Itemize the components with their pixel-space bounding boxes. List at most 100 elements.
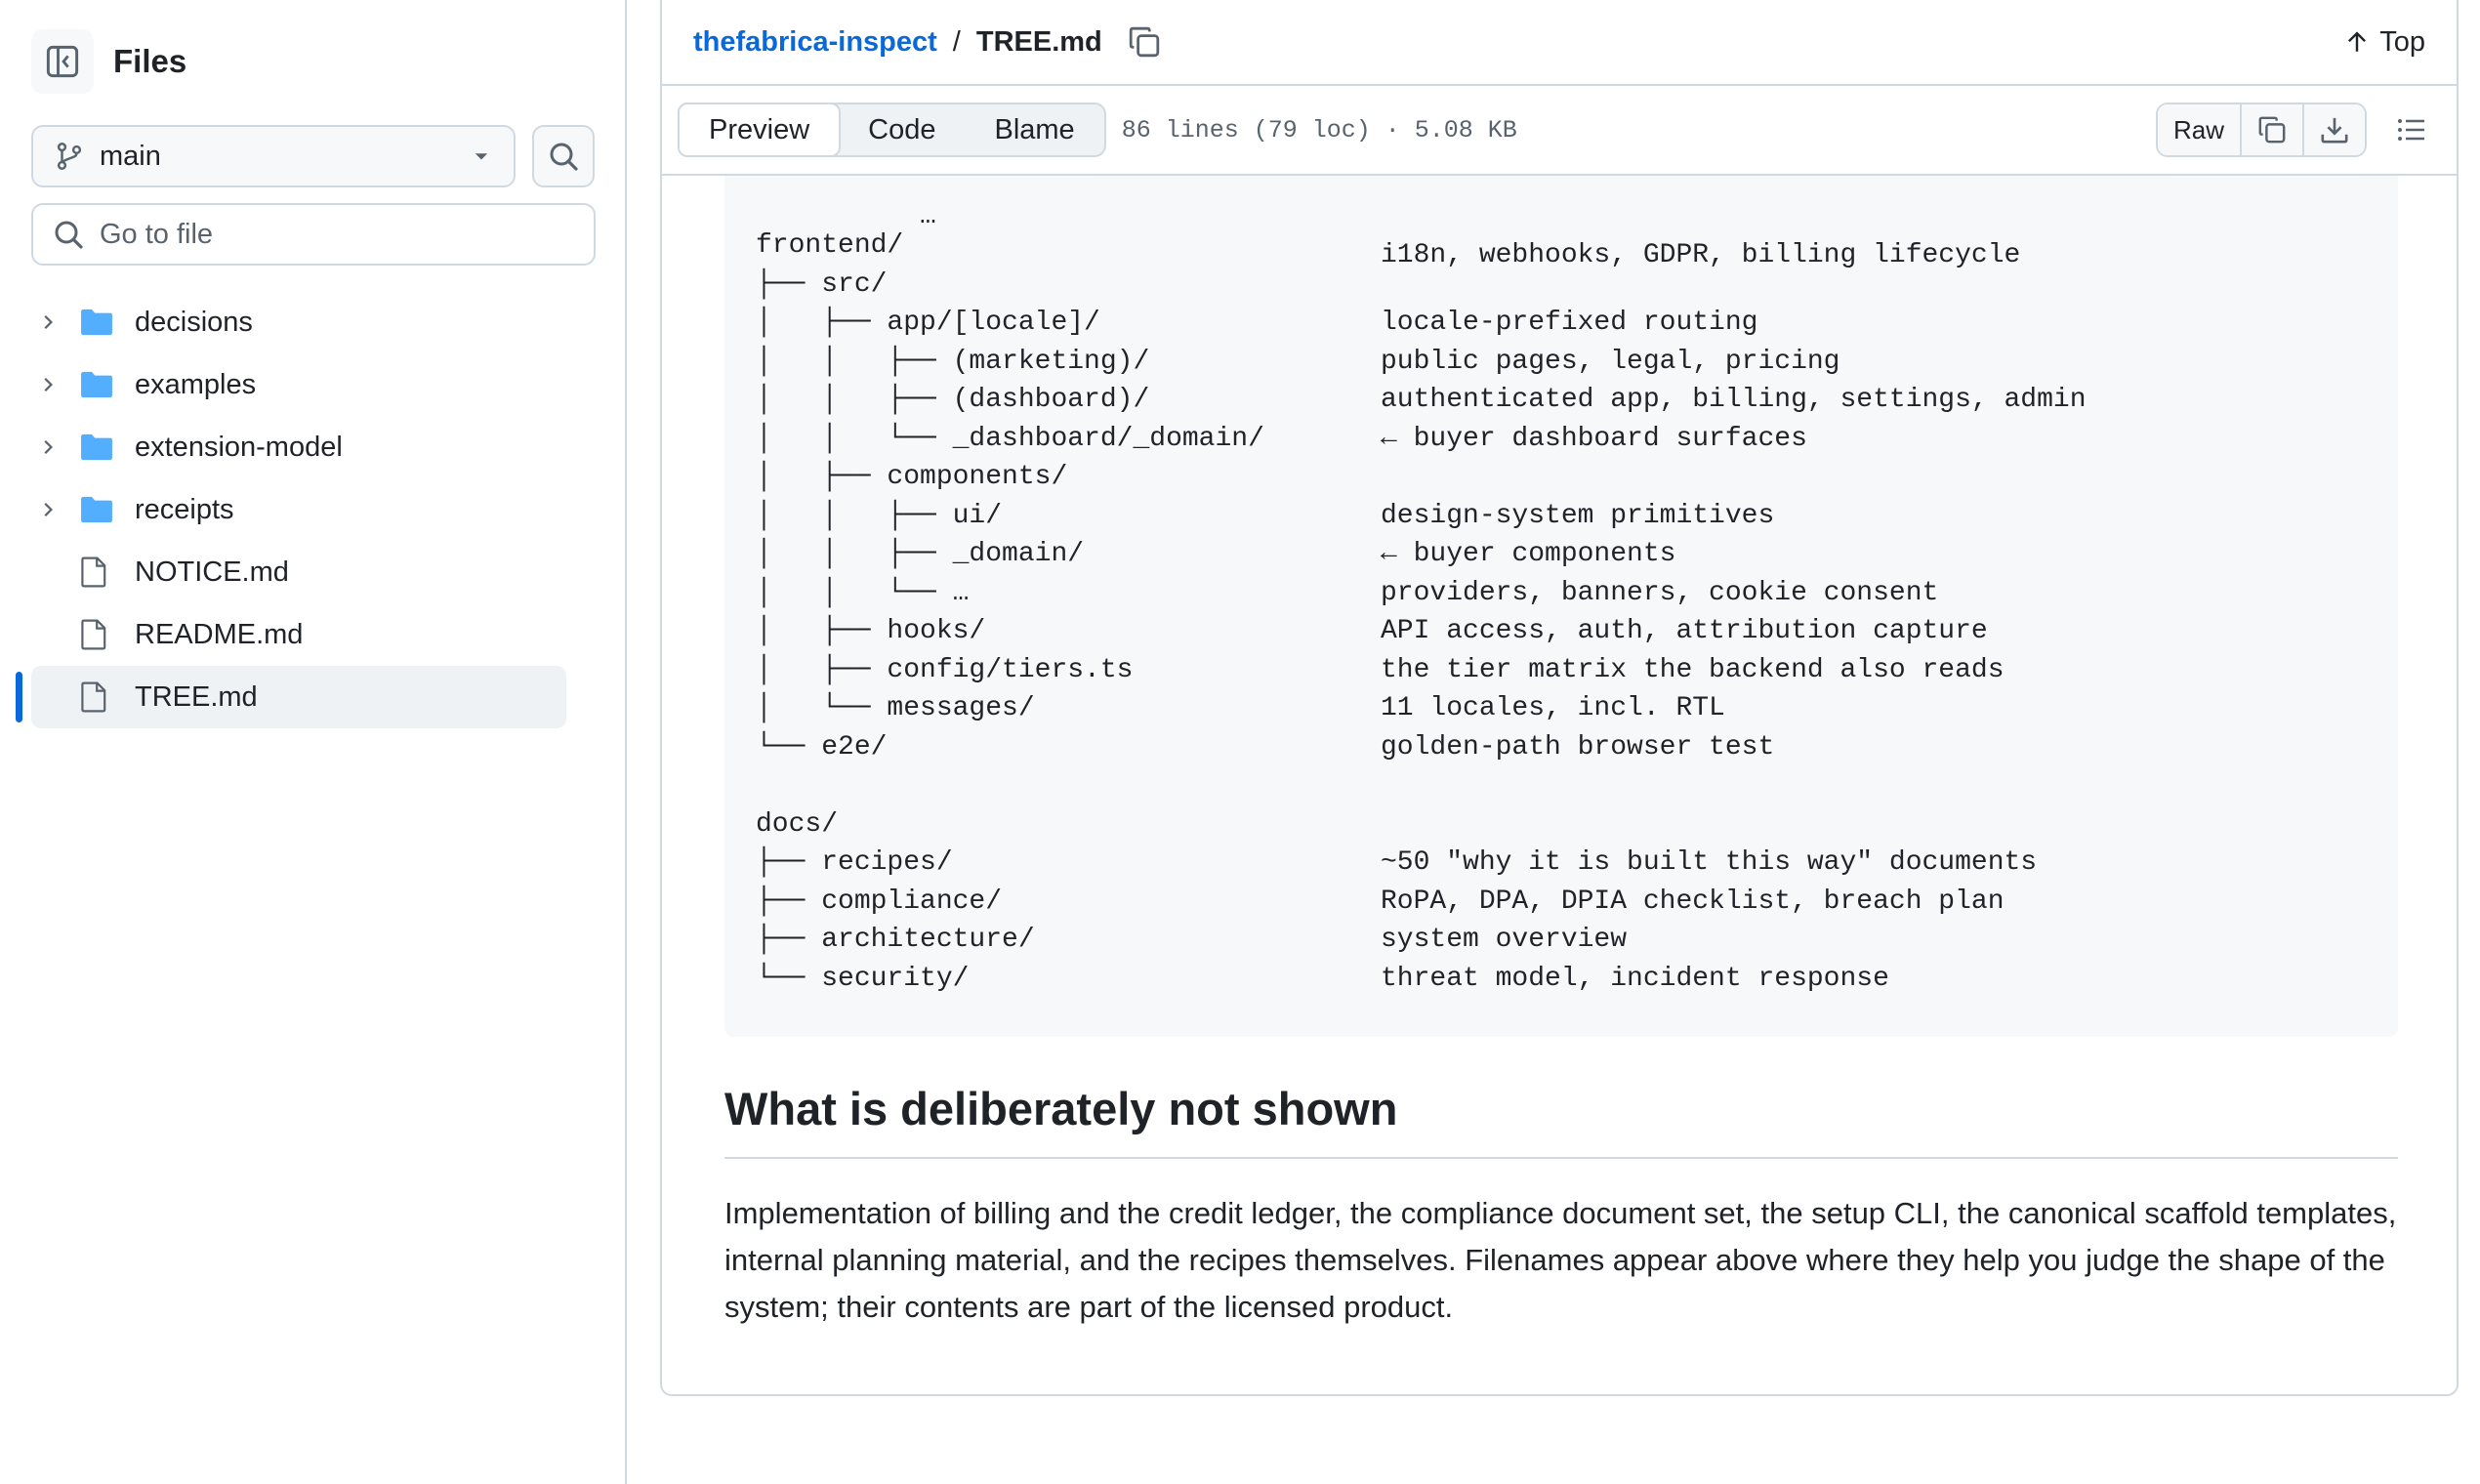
chevron-right-icon[interactable] [37, 499, 59, 520]
code-line: ├── compliance/RoPA, DPA, DPIA checklist… [756, 883, 2005, 922]
tree-item-tree-md[interactable]: TREE.md [16, 666, 566, 728]
breadcrumb-file-name: TREE.md [975, 25, 1102, 58]
collapse-sidebar-button[interactable] [31, 29, 94, 94]
go-to-file-placeholder: Go to file [100, 218, 214, 250]
file-icon [81, 619, 106, 650]
caret-down-icon [475, 153, 488, 160]
code-line: frontend/ [756, 227, 903, 266]
code-comment: ← buyer dashboard surfaces [1381, 423, 1807, 454]
code-comment: public pages, legal, pricing [1381, 346, 1840, 377]
code-path: │ │ └── … [756, 577, 970, 608]
copy-icon [1129, 26, 1159, 58]
code-path: ├── recipes/ [756, 847, 953, 878]
tree-item-extension-model[interactable]: extension-model [31, 416, 566, 478]
folder-icon [81, 433, 112, 461]
code-path: │ │ ├── ui/ [756, 500, 1003, 531]
code-comment: system overview [1381, 925, 1628, 955]
view-mode-tabs: Preview Code Blame [678, 103, 1106, 157]
section-heading: What is deliberately not shown [724, 1082, 2398, 1159]
code-path: │ │ ├── _domain/ [756, 539, 1085, 569]
markdown-body: … i18n, webhooks, GDPR, billing lifecycl… [724, 176, 2398, 1331]
code-line: │ │ ├── (dashboard)/ authenticated app, b… [756, 381, 2087, 420]
code-comment: i18n, webhooks, GDPR, billing lifecycle [1381, 240, 2021, 270]
go-to-file-input[interactable]: Go to file [31, 203, 596, 266]
tree-item-label: examples [135, 368, 257, 400]
code-path: frontend/ [756, 230, 904, 261]
tree-item-label: receipts [135, 493, 234, 525]
code-comment: threat model, incident response [1381, 963, 1889, 994]
breadcrumb-repo-link[interactable]: thefabrica-inspect [693, 26, 937, 59]
breadcrumb-separator: / [952, 25, 961, 58]
search-icon [550, 143, 578, 171]
tree-item-decisions[interactable]: decisions [31, 291, 566, 353]
code-comment: 11 locales, incl. RTL [1381, 693, 1725, 723]
section-paragraph: Implementation of billing and the credit… [724, 1196, 2397, 1324]
chevron-right-icon[interactable] [37, 436, 59, 458]
file-icon [81, 556, 106, 588]
code-path: └── e2e/ [756, 731, 888, 763]
code-path: docs/ [756, 808, 839, 840]
code-line: │ ├── hooks/API access, auth, attributio… [756, 612, 1988, 651]
raw-button[interactable]: Raw [2157, 104, 2242, 155]
copy-raw-button[interactable] [2242, 104, 2304, 155]
tab-code[interactable]: Code [839, 104, 965, 155]
code-path: │ ├── config/tiers.ts [756, 654, 1134, 685]
code-comment: API access, auth, attribution capture [1381, 616, 1988, 646]
branch-selector[interactable]: main [31, 125, 516, 187]
code-comment: ~50 "why it is built this way" documents [1381, 847, 2038, 878]
active-item-marker [16, 672, 22, 722]
back-to-top-button[interactable]: Top [2344, 26, 2425, 59]
code-line: │ │ └── _dashboard/_domain/ ← buyer dashb… [756, 420, 1807, 459]
tab-preview[interactable]: Preview [678, 103, 842, 157]
code-line: │ │ ├── _domain/ ← buyer components [756, 535, 1675, 574]
code-path: │ │ ├── (marketing)/ [756, 346, 1150, 377]
code-comment: golden-path browser test [1381, 731, 1775, 763]
git-branch-icon [57, 143, 82, 170]
tree-item-label: README.md [135, 618, 304, 650]
code-comment: ← buyer components [1381, 539, 1676, 569]
code-path: ├── compliance/ [756, 886, 1003, 917]
file-viewer: … i18n, webhooks, GDPR, billing lifecycl… [660, 0, 2459, 1396]
code-path: │ └── messages/ [756, 693, 1035, 723]
tree-item-examples[interactable]: examples [31, 353, 566, 416]
code-comment: the tier matrix the backend also reads [1381, 654, 2005, 685]
code-line: ├── architecture/system overview [756, 921, 1627, 960]
copy-path-button[interactable] [1128, 25, 1161, 59]
code-path: └── security/ [756, 963, 970, 994]
search-files-button[interactable] [532, 125, 595, 187]
tab-blame[interactable]: Blame [965, 104, 1103, 155]
code-comment: authenticated app, billing, settings, ad… [1381, 385, 2087, 415]
tree-item-notice[interactable]: NOTICE.md [31, 541, 566, 603]
file-toolbar: Preview Code Blame 86 lines (79 loc) · 5… [662, 86, 2457, 176]
copy-icon [2258, 116, 2286, 144]
code-line: ├── src/ [756, 266, 887, 305]
list-unordered-icon [2398, 119, 2424, 141]
outline-button[interactable] [2382, 103, 2441, 157]
file-icon [81, 681, 106, 713]
code-line: │ └── messages/11 locales, incl. RTL [756, 689, 1725, 728]
chevron-right-icon[interactable] [37, 374, 59, 395]
tree-item-label: decisions [135, 306, 253, 338]
code-line: docs/ [756, 805, 838, 845]
code-line: └── e2e/golden-path browser test [756, 728, 1774, 767]
file-actions: Raw [2155, 103, 2441, 157]
back-to-top-label: Top [2379, 25, 2425, 58]
download-button[interactable] [2304, 104, 2365, 155]
tree-item-label: TREE.md [135, 680, 258, 713]
tree-item-readme[interactable]: README.md [31, 603, 566, 666]
code-comment: providers, banners, cookie consent [1381, 577, 1939, 608]
chevron-right-icon[interactable] [37, 311, 59, 333]
code-path: ├── architecture/ [756, 925, 1035, 955]
file-action-group: Raw [2155, 103, 2367, 157]
code-line: │ ├── app/[locale]/ locale-prefixed routi… [756, 304, 1757, 343]
download-icon [2321, 117, 2348, 144]
file-stats: 86 lines (79 loc) · 5.08 KB [1121, 115, 1517, 144]
code-line: │ ├── config/tiers.ts the tier matrix the… [756, 651, 2005, 690]
folder-icon [81, 496, 112, 523]
code-line: │ │ └── … providers, banners, cookie cons… [756, 574, 1938, 613]
tree-item-receipts[interactable]: receipts [31, 478, 566, 541]
code-comment: design-system primitives [1381, 500, 1775, 531]
code-path: │ │ └── _dashboard/_domain/ [756, 423, 1264, 454]
code-line: ├── recipes/ ~50 "why it is built this wa… [756, 844, 2037, 883]
tree-item-label: extension-model [135, 431, 343, 463]
